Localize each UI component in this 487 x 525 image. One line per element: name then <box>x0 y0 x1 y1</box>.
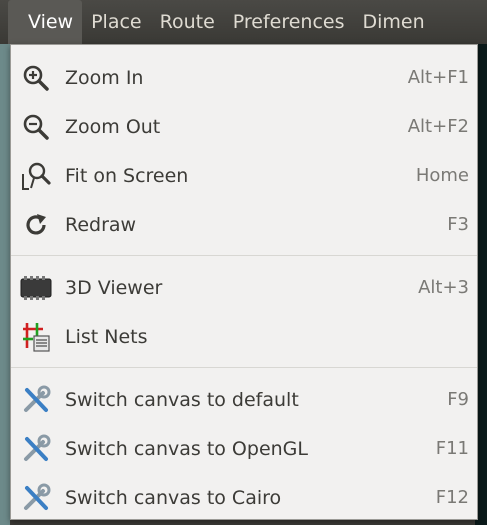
menu-item-shortcut: Alt+F2 <box>407 116 469 137</box>
background-canvas-left <box>0 44 10 525</box>
redraw-icon <box>19 208 53 242</box>
3d-viewer-icon <box>19 271 53 305</box>
menu-separator <box>11 367 477 368</box>
menu-item-zoom-in[interactable]: Zoom In Alt+F1 <box>11 53 477 102</box>
menu-item-shortcut: F3 <box>447 214 469 235</box>
menu-item-switch-canvas-cairo[interactable]: Switch canvas to Cairo F12 <box>11 473 477 522</box>
fit-screen-icon <box>19 159 53 193</box>
menubar-route[interactable]: Route <box>151 0 224 44</box>
menu-item-shortcut: Alt+3 <box>418 277 469 298</box>
menu-item-label: Switch canvas to default <box>65 388 299 411</box>
menubar-view[interactable]: View <box>8 0 83 44</box>
tools-icon <box>19 383 53 417</box>
tools-icon <box>19 432 53 466</box>
zoom-in-icon <box>19 61 53 95</box>
menu-item-shortcut: F9 <box>447 389 469 410</box>
menu-separator <box>11 255 477 256</box>
menu-item-label: Switch canvas to Cairo <box>65 486 282 509</box>
zoom-out-icon <box>19 110 53 144</box>
menu-item-label: 3D Viewer <box>65 276 163 299</box>
menubar-place[interactable]: Place <box>82 0 151 44</box>
menubar-preferences[interactable]: Preferences <box>224 0 354 44</box>
menu-item-redraw[interactable]: Redraw F3 <box>11 200 477 249</box>
menu-bar: View Place Route Preferences Dimen <box>0 0 487 45</box>
menu-item-3d-viewer[interactable]: 3D Viewer Alt+3 <box>11 263 477 312</box>
menubar-dimensions[interactable]: Dimen <box>354 0 434 44</box>
menu-item-shortcut: F11 <box>435 438 469 459</box>
menu-item-label: Zoom In <box>65 66 144 89</box>
tools-icon <box>19 481 53 515</box>
menu-item-switch-canvas-default[interactable]: Switch canvas to default F9 <box>11 375 477 424</box>
menu-item-zoom-out[interactable]: Zoom Out Alt+F2 <box>11 102 477 151</box>
menu-item-shortcut: Home <box>415 165 469 186</box>
menu-item-label: Switch canvas to OpenGL <box>65 437 308 460</box>
list-nets-icon <box>19 320 53 354</box>
menu-item-shortcut: Alt+F1 <box>407 67 469 88</box>
menu-item-label: Redraw <box>65 213 137 236</box>
menu-item-list-nets[interactable]: List Nets <box>11 312 477 361</box>
menu-item-fit-on-screen[interactable]: Fit on Screen Home <box>11 151 477 200</box>
menu-item-switch-canvas-opengl[interactable]: Switch canvas to OpenGL F11 <box>11 424 477 473</box>
menu-item-label: Zoom Out <box>65 115 161 138</box>
menu-item-shortcut: F12 <box>435 487 469 508</box>
menu-item-label: List Nets <box>65 325 148 348</box>
view-menu-dropdown: Zoom In Alt+F1 Zoom Out Alt+F2 Fit on Sc… <box>10 44 478 520</box>
menu-item-label: Fit on Screen <box>65 164 189 187</box>
